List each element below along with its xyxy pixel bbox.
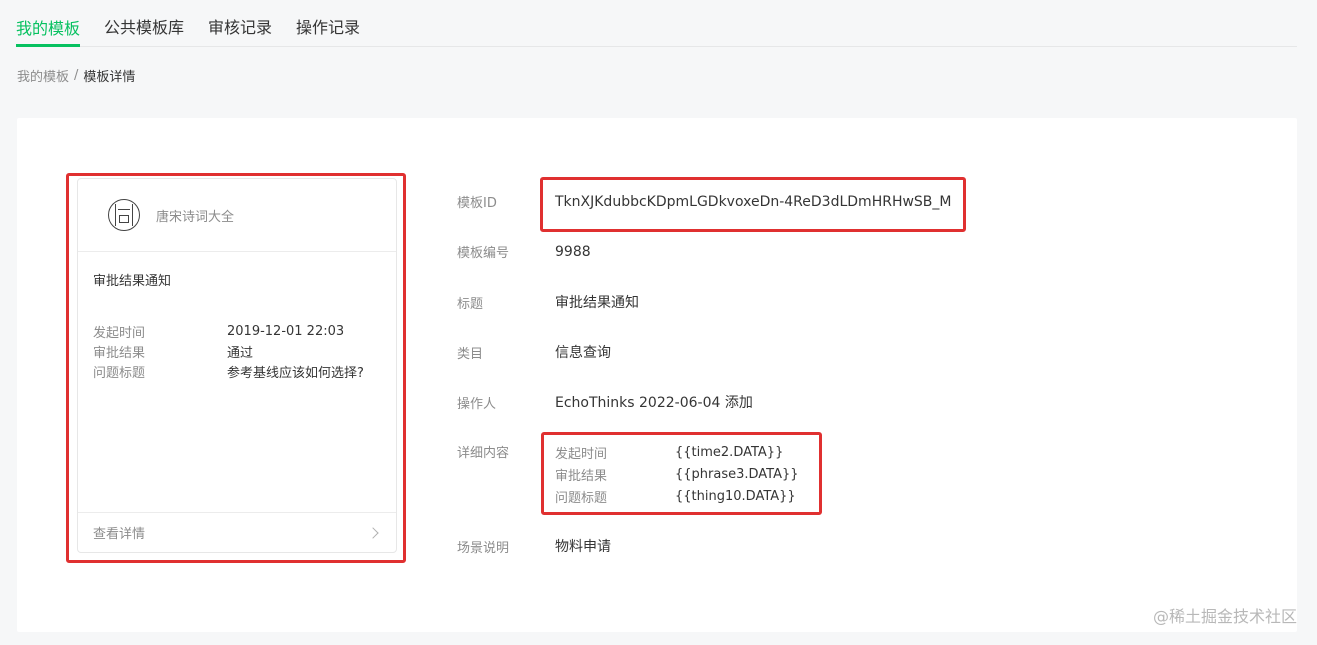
tab-public-library[interactable]: 公共模板库	[104, 0, 184, 46]
breadcrumb-my-templates[interactable]: 我的模板	[17, 66, 69, 85]
detail-label: 场景说明	[457, 540, 510, 556]
breadcrumb-current: 模板详情	[83, 70, 136, 85]
card-highlight-box	[66, 173, 406, 563]
detail-operator: 操作人 EchoThinks 2022-06-04 添加	[457, 392, 753, 412]
detail-scene: 场景说明 物料申请	[457, 536, 611, 556]
tab-operation-records[interactable]: 操作记录	[296, 0, 360, 46]
content-highlight-box	[541, 432, 822, 515]
detail-label: 操作人	[457, 396, 497, 412]
detail-label: 类目	[457, 346, 484, 362]
breadcrumb-separator: /	[74, 68, 79, 83]
page: 我的模板 公共模板库 审核记录 操作记录 我的模板 / 模板详情 唐宋诗词大全 …	[0, 0, 1317, 645]
detail-title: 标题 审批结果通知	[457, 292, 639, 312]
detail-category: 类目 信息查询	[457, 342, 611, 362]
tab-review-records[interactable]: 审核记录	[208, 0, 272, 46]
title-value: 审批结果通知	[555, 295, 639, 311]
top-tabs: 我的模板 公共模板库 审核记录 操作记录	[16, 0, 1297, 47]
operator-value: EchoThinks 2022-06-04 添加	[555, 395, 753, 411]
template-no-value: 9988	[555, 243, 591, 260]
tab-my-templates[interactable]: 我的模板	[16, 0, 81, 47]
watermark: @稀土掘金技术社区	[1152, 607, 1297, 626]
detail-label: 模板编号	[457, 246, 510, 261]
detail-template-no: 模板编号 9988	[457, 242, 591, 262]
detail-label: 标题	[457, 296, 484, 312]
scene-value: 物料申请	[555, 539, 611, 555]
category-value: 信息查询	[555, 345, 611, 361]
template-id-highlight-box	[540, 177, 966, 232]
breadcrumb: 我的模板 / 模板详情	[17, 66, 135, 85]
